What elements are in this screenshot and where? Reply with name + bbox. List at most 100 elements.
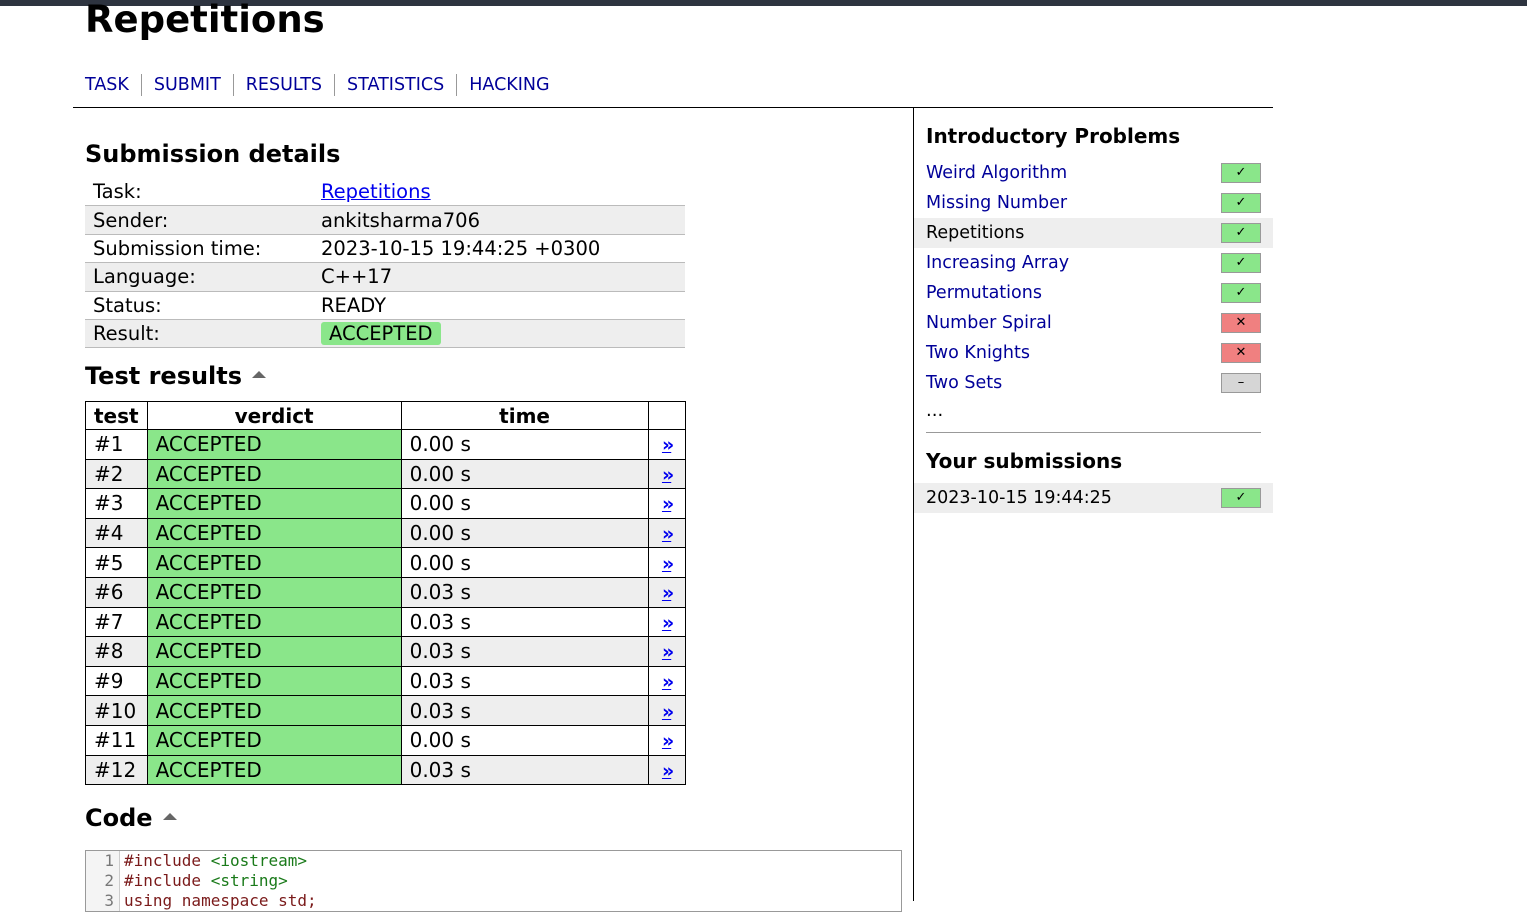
problem-link[interactable]: Increasing Array — [926, 253, 1069, 273]
submission-details-table: Task: Repetitions Sender: ankitsharma706… — [85, 178, 685, 349]
problem-link[interactable]: Weird Algorithm — [926, 163, 1067, 183]
time-cell: 0.03 s — [400, 754, 649, 786]
time-cell: 0.03 s — [400, 695, 649, 726]
verdict-cell: ACCEPTED — [146, 636, 402, 667]
view-test-icon[interactable]: » — [662, 523, 674, 545]
sidebar-item-problem[interactable]: Number Spiral ✕ — [914, 308, 1273, 338]
check-icon: ✓ — [1221, 283, 1261, 303]
check-icon: ✓ — [1221, 193, 1261, 213]
view-test-icon[interactable]: » — [662, 464, 674, 486]
more-problems: ... — [926, 400, 944, 421]
problem-link[interactable]: Two Knights — [926, 343, 1030, 363]
sidebar-item-problem[interactable]: Two Sets – — [914, 368, 1273, 398]
test-number: #4 — [85, 517, 148, 549]
test-number: #11 — [85, 724, 148, 756]
detail-key: Task: — [85, 178, 313, 207]
collapse-triangle-icon[interactable] — [162, 812, 177, 820]
view-test-icon[interactable]: » — [662, 701, 674, 723]
code-line: 3 using namespace std; — [86, 891, 901, 911]
code-viewer[interactable]: 1 #include <iostream> 2 #include <string> 3 u… — [85, 850, 902, 912]
time-cell: 0.00 s — [400, 517, 649, 549]
verdict-cell: ACCEPTED — [146, 458, 402, 490]
submission-entry[interactable]: 2023-10-15 19:44:25 ✓ — [914, 483, 1273, 513]
view-test-icon[interactable]: » — [662, 612, 674, 634]
time-cell: 0.03 s — [400, 606, 649, 638]
page-title: Repetitions — [85, 0, 325, 41]
sidebar-item-problem[interactable]: Missing Number ✓ — [914, 188, 1273, 218]
sidebar-item-problem[interactable]: Two Knights ✕ — [914, 338, 1273, 368]
cross-icon: ✕ — [1221, 343, 1261, 363]
view-test-icon[interactable]: » — [662, 760, 674, 782]
detail-key: Submission time: — [85, 234, 313, 264]
code-text: #include <string> — [124, 871, 288, 890]
verdict-cell: ACCEPTED — [146, 547, 402, 578]
table-row: #11 ACCEPTED 0.00 s » — [85, 724, 686, 756]
time-cell: 0.00 s — [400, 724, 649, 756]
view-test-icon[interactable]: » — [662, 553, 674, 575]
nav-hacking[interactable]: HACKING — [456, 74, 561, 96]
col-test: test — [85, 401, 148, 430]
nav-statistics[interactable]: STATISTICS — [334, 74, 456, 96]
sidebar-title: Introductory Problems — [926, 124, 1181, 148]
test-number: #7 — [85, 606, 148, 638]
test-number: #3 — [85, 488, 148, 519]
submission-details-heading: Submission details — [85, 140, 341, 168]
test-results-table: test verdict time #1 ACCEPTED 0.00 s» #2 ACC… — [85, 401, 686, 786]
result-badge: ACCEPTED — [321, 322, 441, 346]
view-test-icon[interactable]: » — [662, 434, 674, 456]
detail-row-language: Language: C++17 — [85, 262, 685, 292]
detail-row-time: Submission time: 2023-10-15 19:44:25 +03… — [85, 234, 685, 264]
collapse-triangle-icon[interactable] — [252, 370, 267, 378]
verdict-cell: ACCEPTED — [146, 695, 402, 726]
problem-link[interactable]: Number Spiral — [926, 313, 1052, 333]
view-test-icon[interactable]: » — [662, 582, 674, 604]
nav-task[interactable]: TASK — [85, 74, 141, 96]
time-cell: 0.03 s — [400, 636, 649, 667]
time-cell: 0.00 s — [400, 488, 649, 519]
table-row: #10 ACCEPTED 0.03 s » — [85, 695, 686, 726]
header-divider — [73, 107, 1273, 108]
view-test-icon[interactable]: » — [662, 671, 674, 693]
your-submissions-title: Your submissions — [926, 449, 1123, 473]
nav-results[interactable]: RESULTS — [232, 74, 334, 96]
problem-link[interactable]: Two Sets — [926, 373, 1002, 393]
detail-key: Status: — [85, 291, 313, 320]
detail-row-status: Status: READY — [85, 291, 685, 320]
test-number: #9 — [85, 665, 148, 697]
time-cell: 0.03 s — [400, 665, 649, 697]
code-line: 2 #include <string> — [86, 871, 901, 891]
sidebar-item-problem[interactable]: Weird Algorithm ✓ — [914, 158, 1273, 188]
view-test-icon[interactable]: » — [662, 641, 674, 663]
task-link[interactable]: Repetitions — [321, 180, 431, 203]
view-test-icon[interactable]: » — [662, 493, 674, 515]
detail-value: 2023-10-15 19:44:25 +0300 — [313, 234, 685, 264]
detail-key: Result: — [85, 319, 313, 349]
submission-time: 2023-10-15 19:44:25 — [926, 488, 1112, 508]
test-results-heading: Test results — [85, 361, 267, 391]
table-row: #9 ACCEPTED 0.03 s » — [85, 665, 686, 697]
task-nav: TASK SUBMIT RESULTS STATISTICS HACKING — [85, 74, 562, 96]
sidebar-item-problem[interactable]: Permutations ✓ — [914, 278, 1273, 308]
time-cell: 0.00 s — [400, 429, 649, 460]
verdict-cell: ACCEPTED — [146, 429, 402, 460]
verdict-cell: ACCEPTED — [146, 754, 402, 786]
problem-link[interactable]: Missing Number — [926, 193, 1067, 213]
problem-link[interactable]: Permutations — [926, 283, 1042, 303]
table-row: #1 ACCEPTED 0.00 s » — [85, 429, 686, 460]
time-cell: 0.03 s — [400, 576, 649, 608]
sidebar-item-problem[interactable]: Increasing Array ✓ — [914, 248, 1273, 278]
table-row: #4 ACCEPTED 0.00 s » — [85, 517, 686, 549]
dash-icon: – — [1221, 373, 1261, 393]
code-line: 1 #include <iostream> — [86, 851, 901, 871]
check-icon: ✓ — [1221, 253, 1261, 273]
test-results-title: Test results — [85, 362, 243, 390]
detail-row-task: Task: Repetitions — [85, 178, 685, 207]
detail-row-sender: Sender: ankitsharma706 — [85, 205, 685, 235]
line-number: 1 — [86, 851, 120, 871]
nav-submit[interactable]: SUBMIT — [140, 74, 233, 96]
detail-key: Sender: — [85, 205, 313, 235]
view-test-icon[interactable]: » — [662, 730, 674, 752]
time-cell: 0.00 s — [400, 547, 649, 578]
detail-key: Language: — [85, 262, 313, 292]
test-number: #10 — [85, 695, 148, 726]
